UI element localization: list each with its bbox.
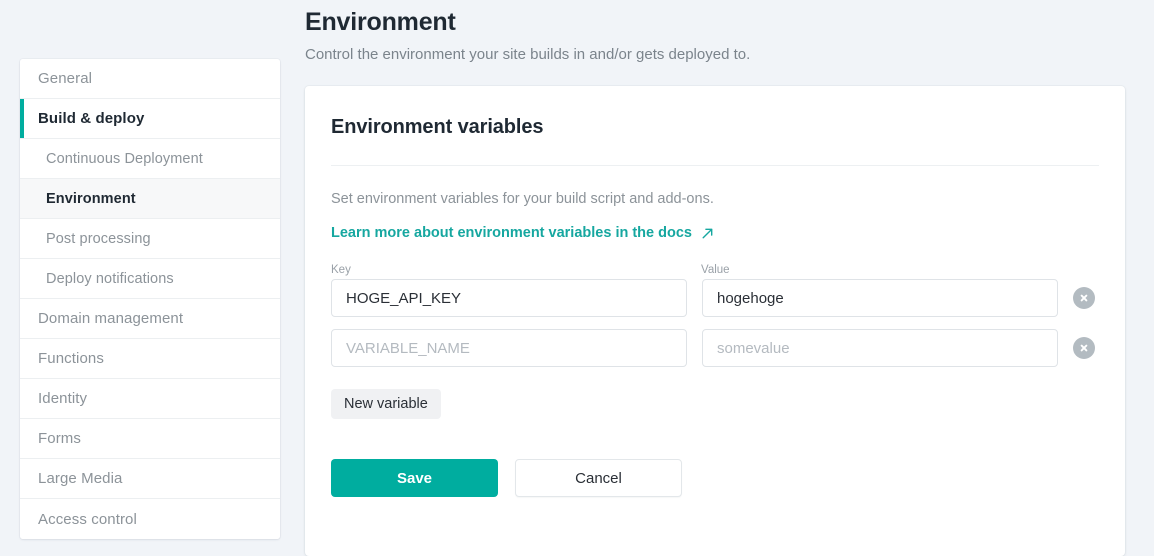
external-link-icon [701,227,714,240]
environment-variables-card: Environment variables Set environment va… [305,86,1125,556]
page-subtitle: Control the environment your site builds… [305,46,751,63]
sidebar-item-label: Forms [38,430,81,447]
sidebar-item-build-deploy[interactable]: Build & deploy [20,99,280,139]
sidebar-item-label: Post processing [46,230,151,247]
settings-sidebar: General Build & deploy Continuous Deployme… [20,59,280,539]
remove-variable-button[interactable] [1073,337,1095,359]
value-column-label: Value [701,264,730,276]
variable-key-input[interactable] [331,279,687,317]
field-labels-row: Key Value [331,264,1099,276]
card-description: Set environment variables for your build… [331,191,714,207]
main-content: Environment Control the environment your… [305,0,1125,556]
variable-value-input[interactable] [702,279,1058,317]
remove-variable-button[interactable] [1073,287,1095,309]
settings-page: General Build & deploy Continuous Deployme… [0,0,1154,556]
learn-more-docs-link[interactable]: Learn more about environment variables i… [331,225,714,241]
new-variable-button[interactable]: New variable [331,389,441,419]
variable-key-input[interactable] [331,329,687,367]
variable-value-input[interactable] [702,329,1058,367]
sidebar-item-functions[interactable]: Functions [20,339,280,379]
sidebar-item-label: Large Media [38,470,123,487]
env-variables-form: Key Value New variable Save Cancel [331,264,1099,497]
sidebar-item-label: Deploy notifications [46,270,174,287]
sidebar-item-label: General [38,70,93,87]
sidebar-item-general[interactable]: General [20,59,280,99]
sidebar-item-forms[interactable]: Forms [20,419,280,459]
close-icon [1080,294,1088,302]
variable-row [331,279,1099,317]
sidebar-item-label: Continuous Deployment [46,150,203,167]
sidebar-item-continuous-deployment[interactable]: Continuous Deployment [20,139,280,179]
sidebar-item-label: Environment [46,190,136,207]
sidebar-item-environment[interactable]: Environment [20,179,280,219]
sidebar-item-label: Build & deploy [38,110,145,127]
form-actions: Save Cancel [331,459,1099,497]
sidebar-item-post-processing[interactable]: Post processing [20,219,280,259]
key-column-label: Key [331,264,351,276]
cancel-button[interactable]: Cancel [515,459,682,497]
page-title: Environment [305,8,456,36]
card-divider [331,165,1099,166]
save-button[interactable]: Save [331,459,498,497]
sidebar-item-access-control[interactable]: Access control [20,499,280,539]
docs-link-label: Learn more about environment variables i… [331,225,692,241]
variable-rows [331,279,1099,367]
variable-row [331,329,1099,367]
sidebar-item-domain-management[interactable]: Domain management [20,299,280,339]
sidebar-item-large-media[interactable]: Large Media [20,459,280,499]
sidebar-item-deploy-notifications[interactable]: Deploy notifications [20,259,280,299]
close-icon [1080,344,1088,352]
sidebar-item-label: Identity [38,390,88,407]
sidebar-item-label: Domain management [38,310,184,327]
sidebar-item-label: Functions [38,350,104,367]
sidebar-item-label: Access control [38,510,137,528]
card-title: Environment variables [331,116,544,138]
sidebar-item-identity[interactable]: Identity [20,379,280,419]
